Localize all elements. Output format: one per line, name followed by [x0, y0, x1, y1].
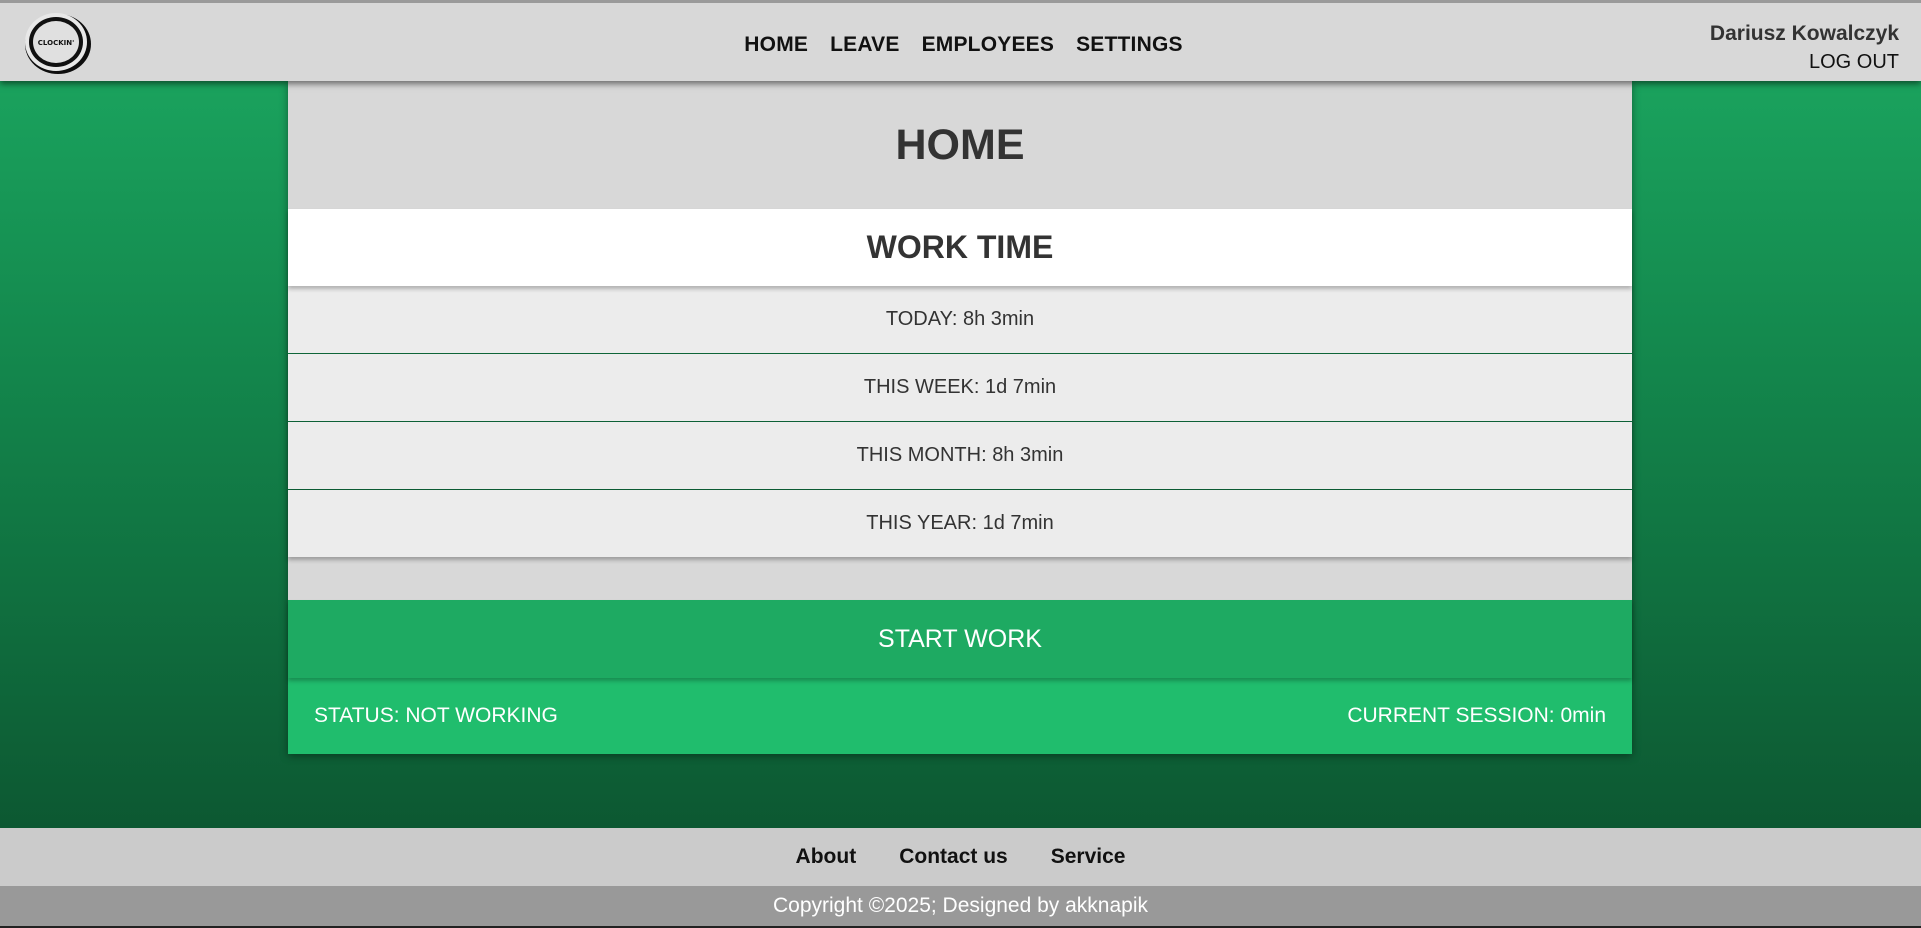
start-work-button[interactable]: START WORK — [288, 600, 1632, 678]
nav-employees[interactable]: EMPLOYEES — [922, 33, 1055, 57]
footer-links: About Contact us Service — [0, 828, 1921, 886]
nav-home[interactable]: HOME — [744, 33, 808, 57]
work-time-header: WORK TIME — [288, 209, 1632, 286]
stat-this-year: THIS YEAR: 1d 7min — [288, 490, 1632, 557]
footer-service-link[interactable]: Service — [1051, 845, 1126, 869]
logout-link[interactable]: LOG OUT — [1710, 51, 1899, 74]
main-panel: HOME WORK TIME TODAY: 8h 3min THIS WEEK:… — [288, 81, 1632, 754]
nav-settings[interactable]: SETTINGS — [1076, 33, 1183, 57]
page-header: HOME — [288, 81, 1632, 209]
nav-leave[interactable]: LEAVE — [830, 33, 899, 57]
top-header: CLOCKIN' HOME LEAVE EMPLOYEES SETTINGS D… — [0, 0, 1921, 81]
page-title: HOME — [895, 120, 1025, 169]
stat-this-month: THIS MONTH: 8h 3min — [288, 422, 1632, 489]
section-title: WORK TIME — [866, 229, 1054, 265]
current-session-text: CURRENT SESSION: 0min — [1347, 704, 1606, 727]
status-bar: STATUS: NOT WORKING CURRENT SESSION: 0mi… — [288, 678, 1632, 754]
panel-spacer — [288, 557, 1632, 600]
main-nav: HOME LEAVE EMPLOYEES SETTINGS — [0, 33, 1921, 57]
user-name: Dariusz Kowalczyk — [1709, 22, 1899, 45]
user-block: Dariusz Kowalczyk LOG OUT — [1710, 22, 1899, 74]
status-text: STATUS: NOT WORKING — [314, 704, 558, 727]
stat-this-week: THIS WEEK: 1d 7min — [288, 354, 1632, 421]
copyright-bar: Copyright ©2025; Designed by akknapik — [0, 886, 1921, 928]
footer-contact-link[interactable]: Contact us — [899, 845, 1008, 869]
stat-today: TODAY: 8h 3min — [288, 286, 1632, 353]
footer-about-link[interactable]: About — [796, 845, 857, 869]
